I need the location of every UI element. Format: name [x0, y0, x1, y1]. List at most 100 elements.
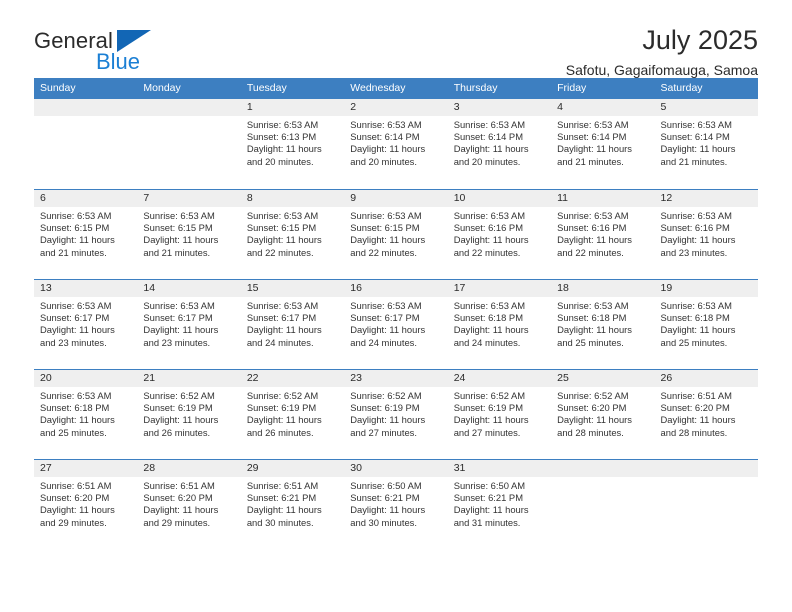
daylight-text: Daylight: 11 hours and 20 minutes. — [453, 143, 529, 167]
day-number: 15 — [246, 282, 259, 294]
day-number: 31 — [453, 462, 466, 474]
day-cell-3[interactable]: 3 Sunrise: 6:53 AM Sunset: 6:14 PM Daylight… — [448, 99, 551, 189]
day-details: Sunrise: 6:53 AM Sunset: 6:14 PM Daylight:… — [454, 119, 545, 168]
day-cell-2[interactable]: 2 Sunrise: 6:53 AM Sunset: 6:14 PM Daylight… — [344, 99, 447, 189]
day-cell-28[interactable]: 28 Sunrise: 6:51 AM Sunset: 6:20 PM Dayligh… — [137, 460, 240, 549]
sunset-text: Sunset: 6:15 PM — [350, 222, 420, 234]
day-details: Sunrise: 6:53 AM Sunset: 6:13 PM Daylight:… — [247, 119, 338, 168]
general-blue-logo[interactable]: General Blue — [34, 26, 164, 78]
sunset-text: Sunset: 6:17 PM — [350, 312, 420, 324]
daylight-text: Daylight: 11 hours and 24 minutes. — [246, 324, 322, 348]
day-cell-22[interactable]: 22 Sunrise: 6:52 AM Sunset: 6:19 PM Dayligh… — [241, 370, 344, 459]
daylight-text: Daylight: 11 hours and 20 minutes. — [246, 143, 322, 167]
weekday-header-tuesday: Tuesday — [246, 82, 287, 94]
sunset-text: Sunset: 6:21 PM — [453, 492, 523, 504]
day-number: 21 — [143, 372, 156, 384]
day-cell-29[interactable]: 29 Sunrise: 6:51 AM Sunset: 6:21 PM Dayligh… — [241, 460, 344, 549]
day-number: 8 — [246, 192, 253, 204]
day-cell-23[interactable]: 23 Sunrise: 6:52 AM Sunset: 6:19 PM Dayligh… — [344, 370, 447, 459]
day-number: 10 — [453, 192, 466, 204]
day-cell-25[interactable]: 25 Sunrise: 6:52 AM Sunset: 6:20 PM Dayligh… — [551, 370, 654, 459]
daylight-text: Daylight: 11 hours and 28 minutes. — [660, 414, 736, 438]
day-details: Sunrise: 6:53 AM Sunset: 6:16 PM Daylight:… — [454, 210, 545, 259]
day-number: 2 — [350, 101, 357, 113]
daylight-text: Daylight: 11 hours and 24 minutes. — [453, 324, 529, 348]
sunset-text: Sunset: 6:20 PM — [660, 402, 730, 414]
day-cell-31[interactable]: 31 Sunrise: 6:50 AM Sunset: 6:21 PM Dayligh… — [448, 460, 551, 549]
daylight-text: Daylight: 11 hours and 30 minutes. — [246, 504, 322, 528]
day-cell-27[interactable]: 27 Sunrise: 6:51 AM Sunset: 6:20 PM Dayligh… — [34, 460, 137, 549]
day-details: Sunrise: 6:53 AM Sunset: 6:17 PM Daylight:… — [40, 300, 131, 349]
day-cell-21[interactable]: 21 Sunrise: 6:52 AM Sunset: 6:19 PM Dayligh… — [137, 370, 240, 459]
day-details: Sunrise: 6:51 AM Sunset: 6:21 PM Daylight:… — [247, 480, 338, 529]
day-cell-10[interactable]: 10 Sunrise: 6:53 AM Sunset: 6:16 PM Dayligh… — [448, 190, 551, 279]
day-cell-1[interactable]: 1 Sunrise: 6:53 AM Sunset: 6:13 PM Daylight… — [241, 99, 344, 189]
day-number: 20 — [40, 372, 52, 384]
day-number: 25 — [557, 372, 569, 384]
sunset-text: Sunset: 6:16 PM — [660, 222, 730, 234]
day-details: Sunrise: 6:53 AM Sunset: 6:14 PM Daylight:… — [350, 119, 441, 168]
day-cell-20[interactable]: 20 Sunrise: 6:53 AM Sunset: 6:18 PM Dayligh… — [34, 370, 137, 459]
day-cell-empty — [551, 460, 654, 549]
day-details: Sunrise: 6:53 AM Sunset: 6:14 PM Daylight:… — [661, 119, 752, 168]
day-cell-7[interactable]: 7 Sunrise: 6:53 AM Sunset: 6:15 PM Daylight… — [137, 190, 240, 279]
weekday-header-sunday: Sunday — [40, 82, 76, 94]
sunset-text: Sunset: 6:18 PM — [557, 312, 627, 324]
sunset-text: Sunset: 6:19 PM — [246, 402, 317, 414]
day-cell-16[interactable]: 16 Sunrise: 6:53 AM Sunset: 6:17 PM Dayligh… — [344, 280, 447, 369]
sunset-text: Sunset: 6:21 PM — [350, 492, 420, 504]
day-cell-5[interactable]: 5 Sunrise: 6:53 AM Sunset: 6:14 PM Daylight… — [655, 99, 758, 189]
day-cell-18[interactable]: 18 Sunrise: 6:53 AM Sunset: 6:18 PM Dayligh… — [551, 280, 654, 369]
calendar-week-row: 27 Sunrise: 6:51 AM Sunset: 6:20 PM Dayligh… — [34, 459, 758, 549]
day-cell-17[interactable]: 17 Sunrise: 6:53 AM Sunset: 6:18 PM Dayligh… — [448, 280, 551, 369]
day-details: Sunrise: 6:53 AM Sunset: 6:15 PM Daylight:… — [143, 210, 234, 259]
day-number: 19 — [660, 282, 673, 294]
calendar-week-row: 1 Sunrise: 6:53 AM Sunset: 6:13 PM Daylight… — [34, 99, 758, 189]
day-cell-14[interactable]: 14 Sunrise: 6:53 AM Sunset: 6:17 PM Dayligh… — [137, 280, 240, 369]
day-number: 17 — [453, 282, 466, 294]
sunrise-text: Sunrise: 6:52 AM — [557, 390, 629, 401]
daylight-text: Daylight: 11 hours and 22 minutes. — [557, 234, 632, 258]
day-details: Sunrise: 6:50 AM Sunset: 6:21 PM Daylight:… — [454, 480, 545, 529]
daylight-text: Daylight: 11 hours and 22 minutes. — [453, 234, 529, 258]
day-details: Sunrise: 6:53 AM Sunset: 6:17 PM Daylight:… — [350, 300, 441, 349]
sunrise-text: Sunrise: 6:53 AM — [660, 119, 732, 130]
day-cell-15[interactable]: 15 Sunrise: 6:53 AM Sunset: 6:17 PM Dayligh… — [241, 280, 344, 369]
day-cell-12[interactable]: 12 Sunrise: 6:53 AM Sunset: 6:16 PM Dayligh… — [655, 190, 758, 279]
day-details: Sunrise: 6:52 AM Sunset: 6:19 PM Daylight:… — [350, 390, 441, 439]
sunset-text: Sunset: 6:18 PM — [40, 402, 110, 414]
sunrise-text: Sunrise: 6:53 AM — [350, 119, 422, 130]
day-cell-26[interactable]: 26 Sunrise: 6:51 AM Sunset: 6:20 PM Dayligh… — [655, 370, 758, 459]
sunset-text: Sunset: 6:20 PM — [557, 402, 627, 414]
day-number: 7 — [143, 192, 150, 204]
day-cell-11[interactable]: 11 Sunrise: 6:53 AM Sunset: 6:16 PM Dayligh… — [551, 190, 654, 279]
day-details: Sunrise: 6:50 AM Sunset: 6:21 PM Daylight:… — [350, 480, 441, 529]
sunset-text: Sunset: 6:18 PM — [453, 312, 523, 324]
day-cell-6[interactable]: 6 Sunrise: 6:53 AM Sunset: 6:15 PM Daylight… — [34, 190, 137, 279]
sunrise-text: Sunrise: 6:53 AM — [557, 119, 629, 130]
daylight-text: Daylight: 11 hours and 30 minutes. — [350, 504, 426, 528]
day-cell-9[interactable]: 9 Sunrise: 6:53 AM Sunset: 6:15 PM Daylight… — [344, 190, 447, 279]
sunrise-text: Sunrise: 6:53 AM — [40, 210, 112, 221]
sunrise-text: Sunrise: 6:53 AM — [350, 210, 422, 221]
sunrise-text: Sunrise: 6:53 AM — [453, 300, 526, 311]
day-number: 11 — [557, 192, 569, 204]
sunrise-text: Sunrise: 6:50 AM — [453, 480, 526, 491]
daylight-text: Daylight: 11 hours and 22 minutes. — [246, 234, 322, 258]
day-number: 16 — [350, 282, 362, 294]
logo-text-blue: Blue — [96, 49, 141, 74]
sunset-text: Sunset: 6:17 PM — [40, 312, 110, 324]
day-number: 23 — [350, 372, 362, 384]
day-cell-4[interactable]: 4 Sunrise: 6:53 AM Sunset: 6:14 PM Daylight… — [551, 99, 654, 189]
day-number: 14 — [143, 282, 156, 294]
day-details: Sunrise: 6:52 AM Sunset: 6:19 PM Daylight:… — [454, 390, 545, 439]
day-cell-13[interactable]: 13 Sunrise: 6:53 AM Sunset: 6:17 PM Dayligh… — [34, 280, 137, 369]
day-cell-24[interactable]: 24 Sunrise: 6:52 AM Sunset: 6:19 PM Dayligh… — [448, 370, 551, 459]
day-cell-19[interactable]: 19 Sunrise: 6:53 AM Sunset: 6:18 PM Dayligh… — [655, 280, 758, 369]
weekday-header-wednesday: Wednesday — [350, 82, 406, 94]
sunset-text: Sunset: 6:16 PM — [557, 222, 627, 234]
sunset-text: Sunset: 6:14 PM — [453, 131, 523, 143]
day-details: Sunrise: 6:51 AM Sunset: 6:20 PM Daylight:… — [40, 480, 131, 529]
day-cell-8[interactable]: 8 Sunrise: 6:53 AM Sunset: 6:15 PM Daylight… — [241, 190, 344, 279]
day-cell-30[interactable]: 30 Sunrise: 6:50 AM Sunset: 6:21 PM Dayligh… — [344, 460, 447, 549]
